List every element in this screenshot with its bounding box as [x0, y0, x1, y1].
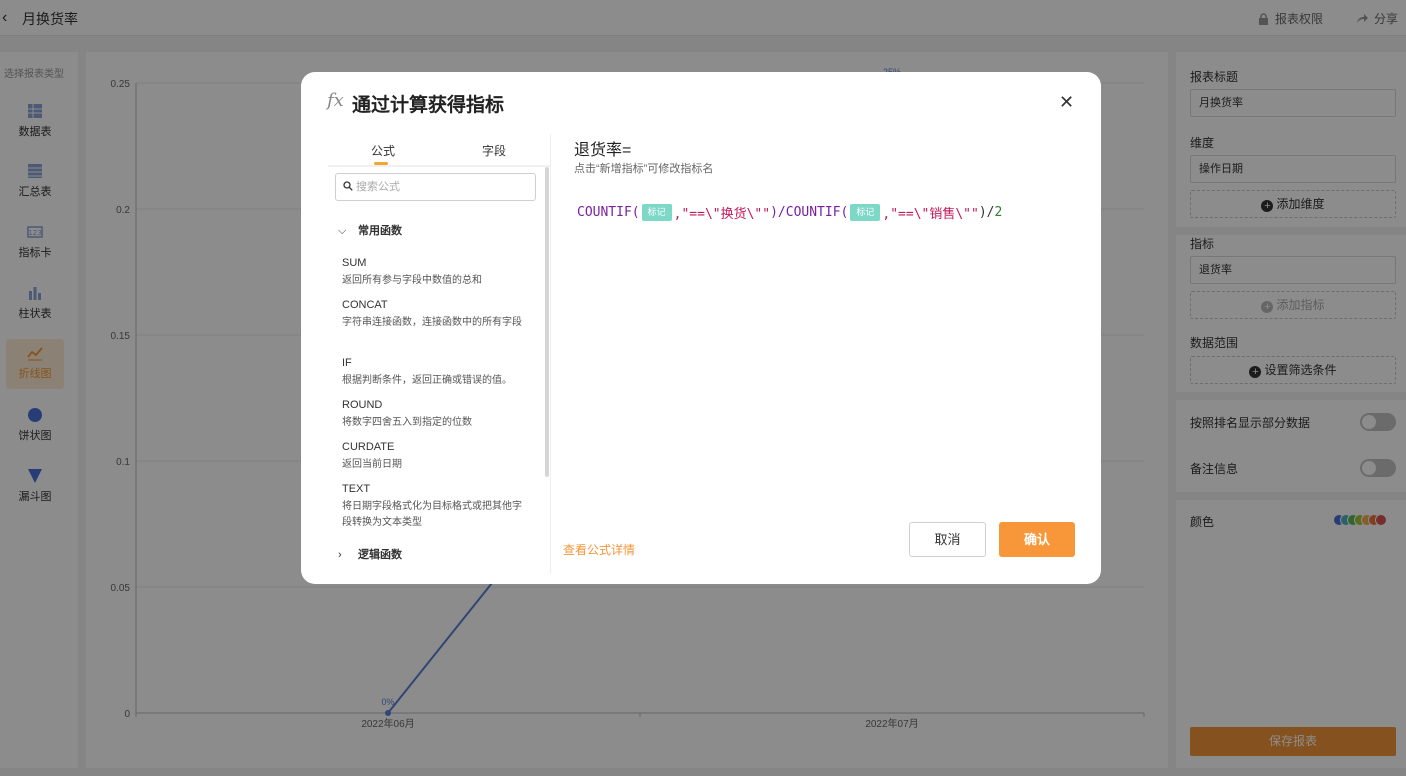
field-tag[interactable]: 标记 [850, 204, 881, 221]
field-tag[interactable]: 标记 [641, 204, 672, 221]
close-icon[interactable]: ✕ [1059, 92, 1074, 113]
function-desc: 根据判断条件，返回正确或错误的值。 [342, 375, 512, 386]
formula-browser: 公式 字段 ⌵ 常用函数 SUM 返回所有参与字段中数值的总和 CONCAT 字符… [328, 134, 550, 574]
formula-function: )/COUNTIF( [770, 205, 849, 220]
tab-formula[interactable]: 公式 [371, 142, 395, 159]
confirm-button[interactable]: 确认 [999, 522, 1075, 557]
formula-search[interactable] [335, 173, 536, 201]
metric-name[interactable]: 退货率= [574, 136, 631, 160]
function-name[interactable]: TEXT [342, 483, 370, 495]
function-desc: 将数字四舍五入到指定的位数 [342, 417, 472, 428]
function-name[interactable]: SUM [342, 257, 366, 269]
formula-string: ,"==\"换货\"" [673, 207, 771, 222]
tab-field[interactable]: 字段 [482, 142, 506, 159]
formula-detail-link[interactable]: 查看公式详情 [563, 541, 635, 558]
group-logic-functions[interactable]: › 逻辑函数 [338, 546, 402, 562]
search-icon [343, 181, 353, 191]
formula-function: COUNTIF( [577, 205, 640, 220]
tab-divider [328, 165, 550, 167]
function-desc: 字符串连接函数，连接函数中的所有字段 [342, 317, 522, 328]
function-name[interactable]: CONCAT [342, 299, 388, 311]
function-name[interactable]: IF [342, 357, 352, 369]
formula-operator: )/ [978, 205, 995, 220]
formula-editor[interactable]: COUNTIF( 标记 ,"==\"换货\"" )/COUNTIF( 标记 ,"… [577, 203, 1002, 222]
fx-icon: fx [327, 90, 344, 111]
function-desc: 返回所有参与字段中数值的总和 [342, 275, 482, 286]
scrollbar[interactable] [545, 167, 549, 477]
formula-string: ,"==\"销售\"" [882, 207, 979, 222]
group-common-functions[interactable]: ⌵ 常用函数 [338, 222, 402, 238]
chevron-right-icon: › [338, 549, 342, 561]
function-desc: 将日期字段格式化为目标格式或把其他字段转换为文本类型 [342, 501, 522, 528]
formula-dialog: fx 通过计算获得指标 ✕ 公式 字段 ⌵ 常用函数 SUM 返回所有参与字段中数… [301, 72, 1101, 584]
function-name[interactable]: CURDATE [342, 441, 394, 453]
column-divider [550, 134, 551, 574]
group-label: 常用函数 [358, 225, 402, 237]
metric-hint: 点击“新增指标”可修改指标名 [574, 163, 714, 175]
group-label: 逻辑函数 [358, 549, 402, 561]
formula-search-input[interactable] [356, 179, 526, 195]
function-name[interactable]: ROUND [342, 399, 382, 411]
function-desc: 返回当前日期 [342, 459, 402, 470]
dialog-title: 通过计算获得指标 [352, 95, 505, 116]
formula-number: 2 [994, 205, 1003, 220]
chevron-down-icon: ⌵ [338, 225, 347, 237]
cancel-button[interactable]: 取消 [909, 522, 986, 557]
